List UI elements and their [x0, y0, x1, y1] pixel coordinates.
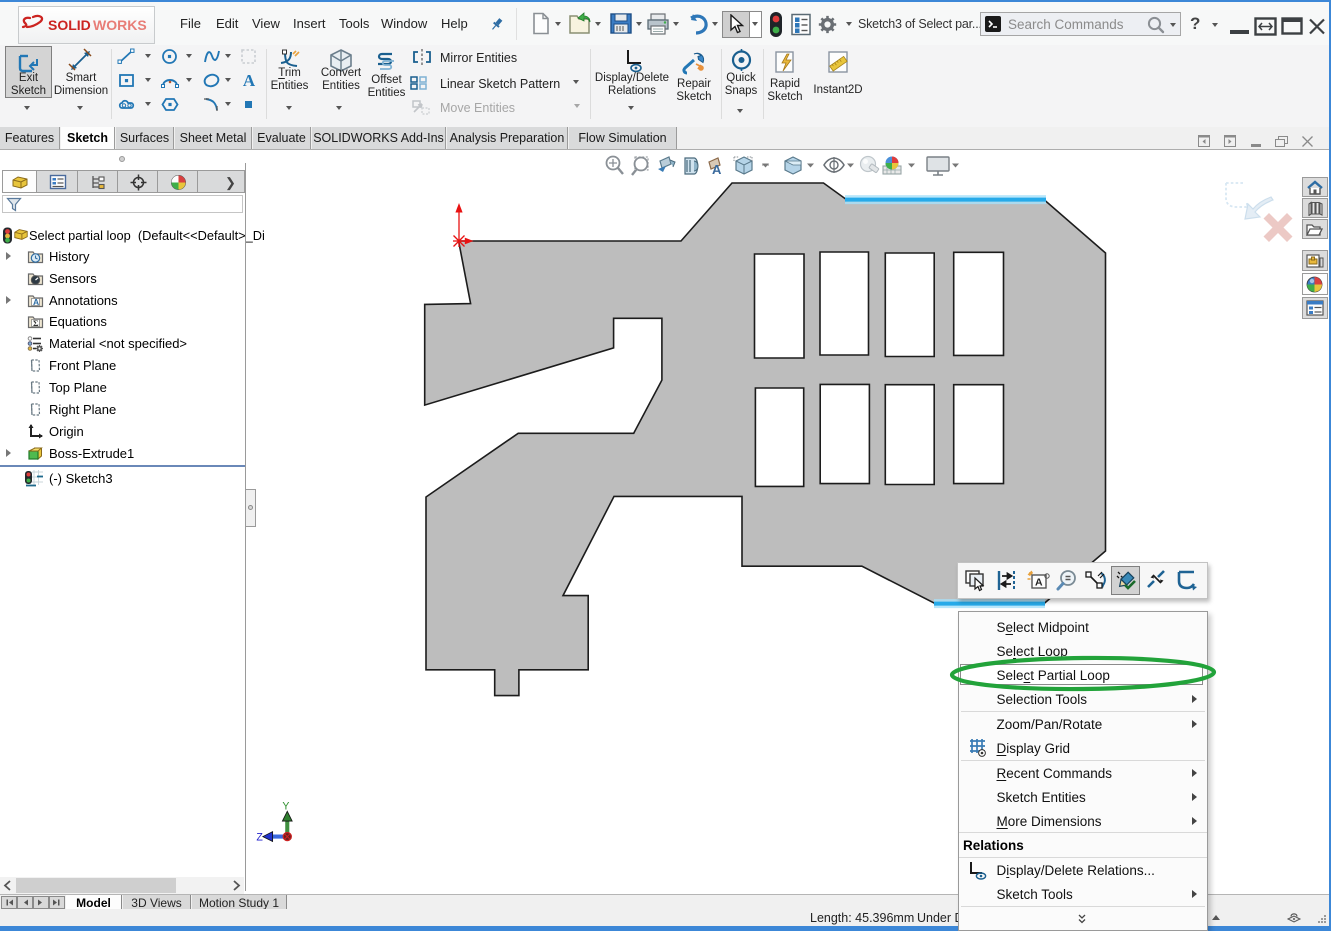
- svg-text:Z: Z: [256, 832, 263, 844]
- svg-text:A: A: [33, 297, 39, 307]
- svg-text:A: A: [1035, 577, 1043, 589]
- svg-text:A: A: [712, 162, 722, 177]
- svg-text:WORKS: WORKS: [93, 17, 147, 33]
- svg-text:Σ: Σ: [33, 318, 39, 328]
- svg-text:Y: Y: [282, 801, 289, 813]
- svg-text:SOLID: SOLID: [48, 17, 91, 33]
